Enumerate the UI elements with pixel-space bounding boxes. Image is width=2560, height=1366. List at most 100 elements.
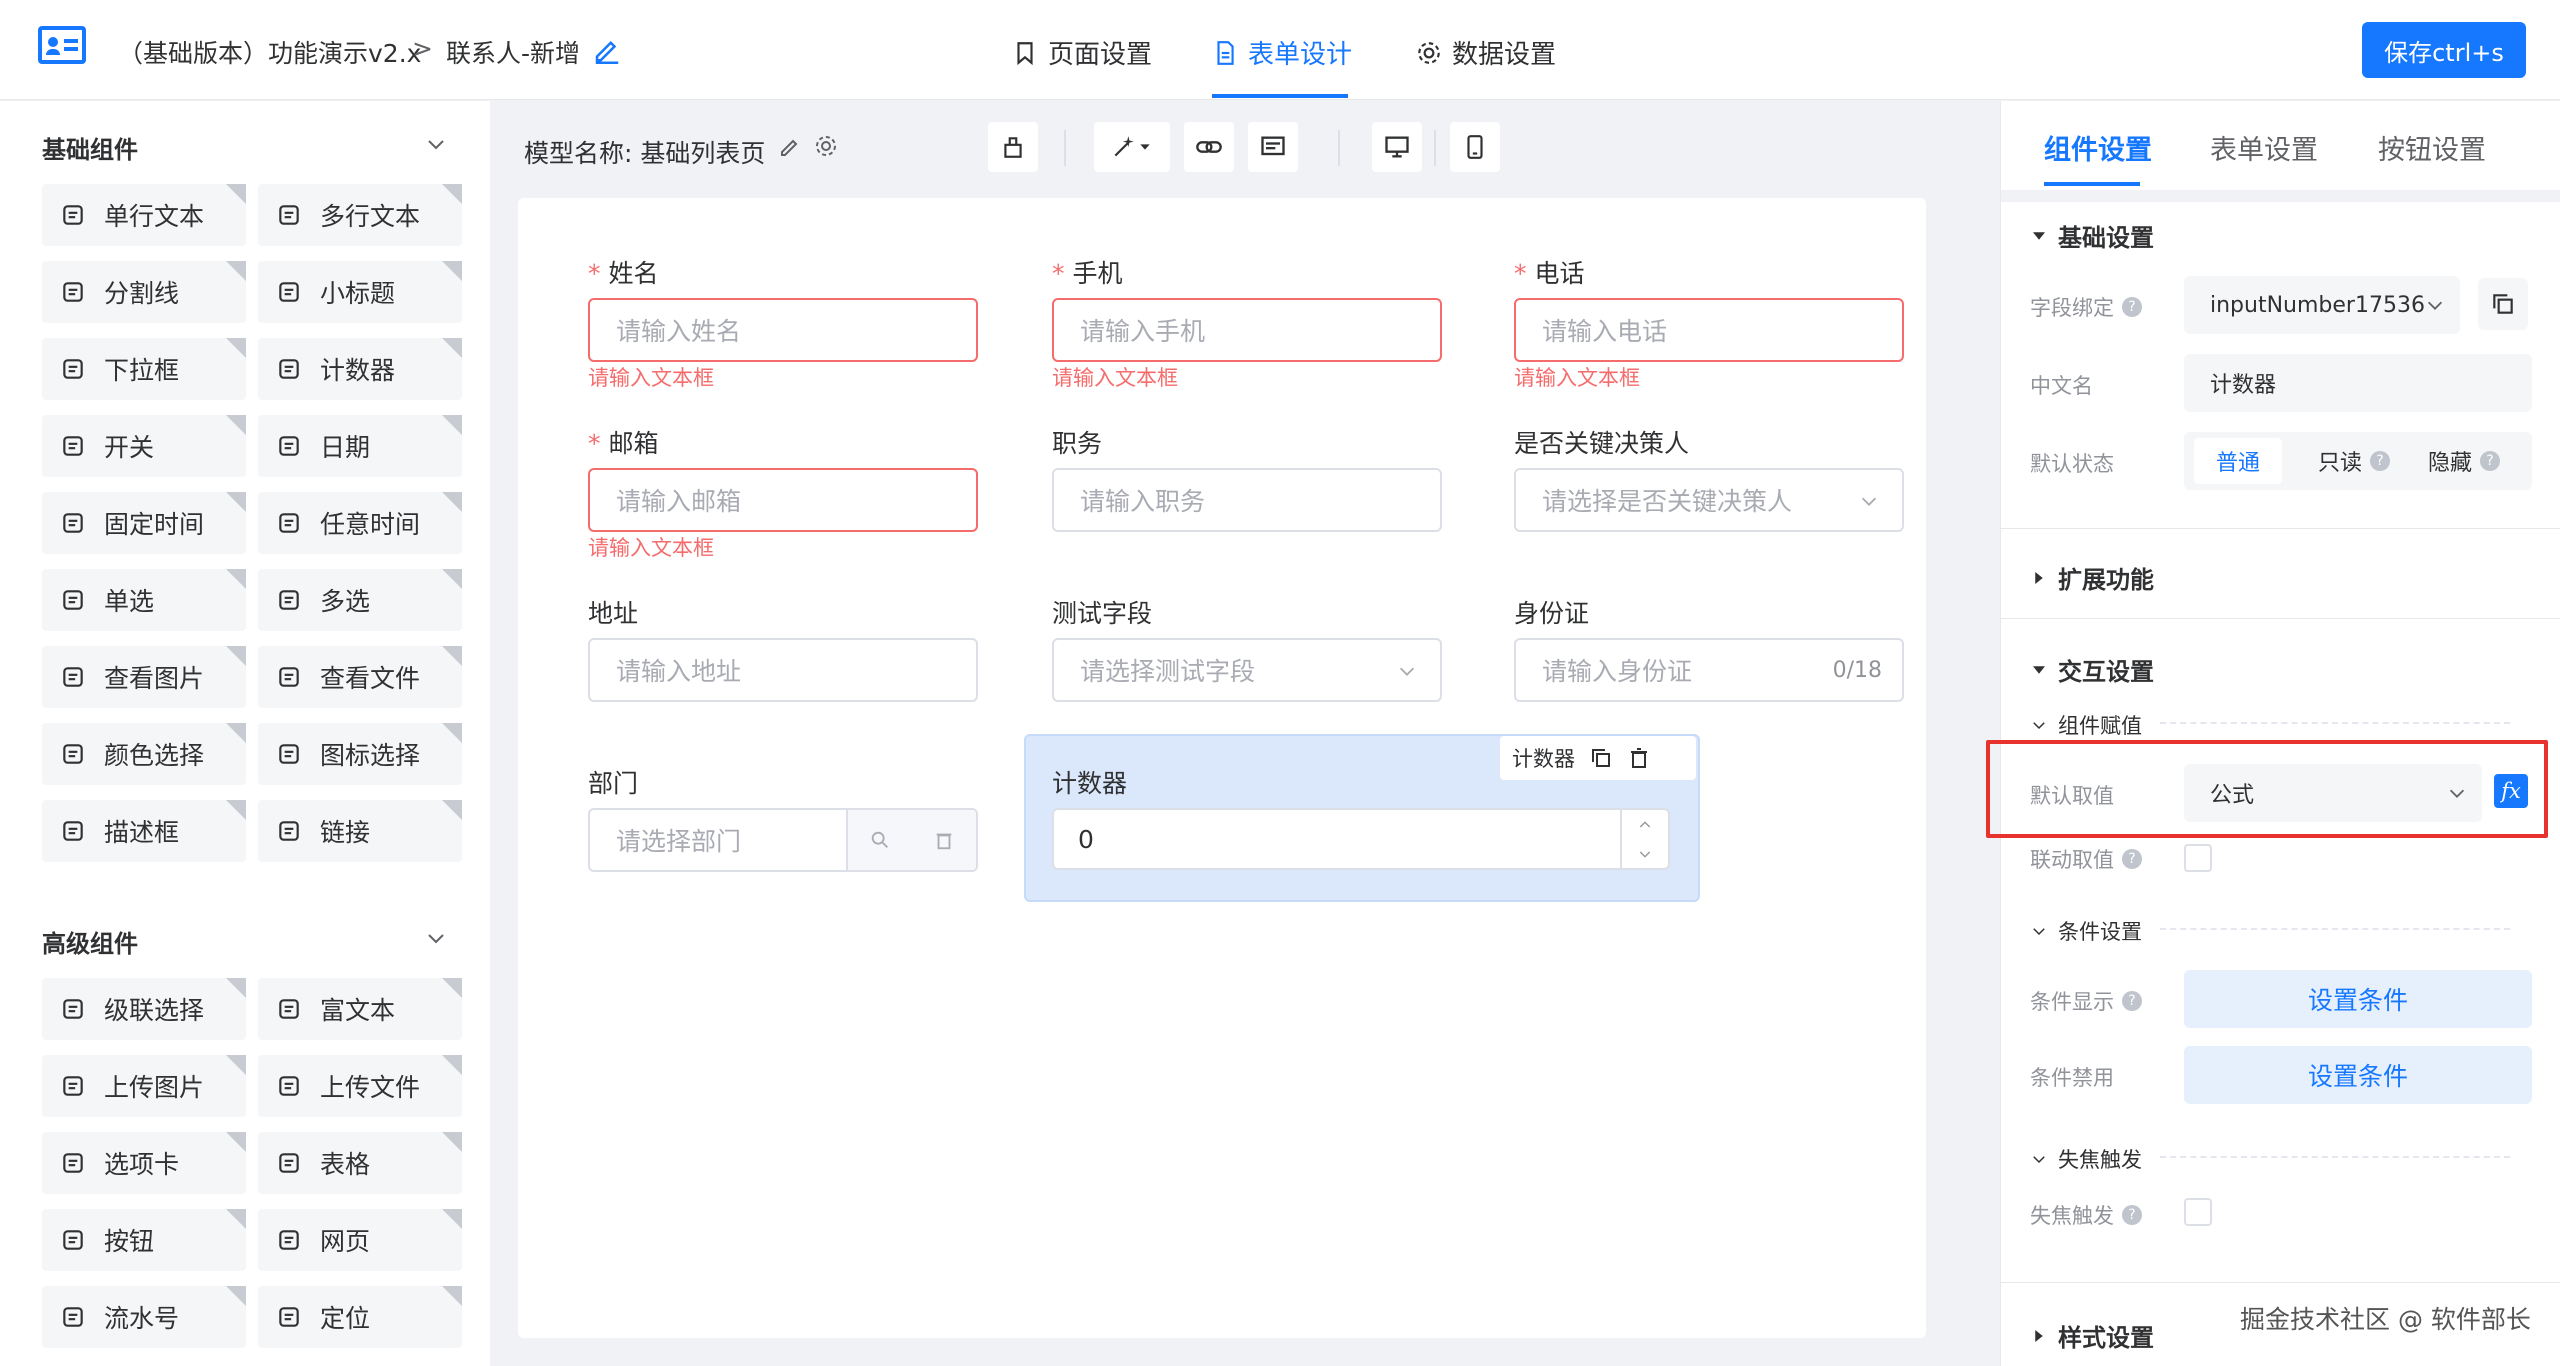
mobile-icon: [1467, 135, 1483, 159]
extension-header[interactable]: 扩展功能: [2030, 560, 2154, 595]
component-item[interactable]: 计数器: [258, 338, 462, 400]
chevron-up-icon[interactable]: [1637, 817, 1653, 833]
cn-name-input[interactable]: 计数器: [2184, 354, 2532, 412]
tab-data-settings[interactable]: 数据设置: [1416, 34, 1556, 71]
component-item[interactable]: 颜色选择: [42, 723, 246, 785]
name-input[interactable]: 请输入姓名: [588, 298, 978, 362]
email-input[interactable]: 请输入邮箱: [588, 468, 978, 532]
trash-icon[interactable]: [933, 829, 955, 851]
component-item[interactable]: 查看文件: [258, 646, 462, 708]
id-card-input[interactable]: 请输入身份证 0/18: [1514, 638, 1904, 702]
component-item[interactable]: 日期: [258, 415, 462, 477]
component-item[interactable]: 定位: [258, 1286, 462, 1348]
component-item[interactable]: 分割线: [42, 261, 246, 323]
component-item[interactable]: 图标选择: [258, 723, 462, 785]
pencil-icon[interactable]: [592, 34, 622, 64]
component-label: 查看文件: [320, 664, 421, 693]
assign-subheader[interactable]: 组件赋值: [2030, 710, 2142, 740]
component-item[interactable]: 流水号: [42, 1286, 246, 1348]
condition-subheader[interactable]: 条件设置: [2030, 916, 2142, 946]
chevron-down-icon[interactable]: [424, 926, 448, 950]
component-item[interactable]: 描述框: [42, 800, 246, 862]
breadcrumb-app[interactable]: （基础版本）功能演示v2.x: [118, 34, 421, 70]
component-item[interactable]: 表格: [258, 1132, 462, 1194]
save-button[interactable]: 保存ctrl+s: [2362, 22, 2526, 78]
section-divider: [2001, 528, 2560, 529]
copy-field-button[interactable]: [2478, 278, 2528, 330]
pencil-icon[interactable]: [778, 134, 802, 158]
app-logo-icon[interactable]: [38, 26, 86, 64]
style-settings-header[interactable]: 样式设置: [2030, 1318, 2154, 1353]
chevron-down-icon[interactable]: [424, 132, 448, 156]
set-show-condition-button[interactable]: 设置条件: [2184, 970, 2532, 1028]
caret-right-icon: [2035, 1329, 2043, 1342]
email-error: 请输入文本框: [588, 536, 714, 560]
counter-input[interactable]: 0: [1052, 808, 1670, 870]
mobile-view-button[interactable]: [1450, 122, 1500, 172]
state-normal-option[interactable]: 普通: [2194, 438, 2283, 484]
toolbar-divider: [1434, 130, 1436, 166]
desktop-view-button[interactable]: [1372, 122, 1422, 172]
breadcrumb-separator: >: [412, 34, 433, 63]
component-item[interactable]: 小标题: [258, 261, 462, 323]
subheader-title: 条件设置: [2058, 920, 2142, 944]
preview-code-button[interactable]: [1248, 122, 1298, 172]
blur-subheader[interactable]: 失焦触发: [2030, 1144, 2142, 1174]
test-field-select[interactable]: 请选择测试字段: [1052, 638, 1442, 702]
copy-icon[interactable]: [1589, 746, 1613, 770]
component-item[interactable]: 富文本: [258, 978, 462, 1040]
component-item[interactable]: 任意时间: [258, 492, 462, 554]
basic-settings-header[interactable]: 基础设置: [2030, 218, 2154, 253]
chevron-down-icon[interactable]: [1637, 846, 1653, 862]
component-item[interactable]: 开关: [42, 415, 246, 477]
caret-right-icon: [2035, 571, 2043, 584]
trash-icon[interactable]: [1627, 746, 1651, 770]
description-icon: [63, 821, 83, 841]
field-binding-label: 字段绑定?: [2030, 292, 2142, 322]
component-item[interactable]: 多行文本: [258, 184, 462, 246]
blur-trigger-checkbox[interactable]: [2184, 1198, 2212, 1226]
position-input[interactable]: 请输入职务: [1052, 468, 1442, 532]
component-item[interactable]: 按钮: [42, 1209, 246, 1271]
component-label: 富文本: [320, 996, 396, 1025]
cn-name-label: 中文名: [2030, 374, 2093, 398]
field-binding-select[interactable]: inputNumber17536: [2184, 276, 2460, 334]
phone-input[interactable]: 请输入电话: [1514, 298, 1904, 362]
key-decision-select[interactable]: 请选择是否关键决策人: [1514, 468, 1904, 532]
component-item[interactable]: 单选: [42, 569, 246, 631]
calendar-icon: [279, 436, 299, 456]
mobile-input[interactable]: 请输入手机: [1052, 298, 1442, 362]
tab-button-settings[interactable]: 按钮设置: [2378, 128, 2486, 167]
tab-page-settings[interactable]: 页面设置: [1012, 34, 1152, 71]
set-disable-condition-button[interactable]: 设置条件: [2184, 1046, 2532, 1104]
search-icon[interactable]: [869, 829, 891, 851]
address-input[interactable]: 请输入地址: [588, 638, 978, 702]
component-item[interactable]: 单行文本: [42, 184, 246, 246]
tab-component-settings[interactable]: 组件设置: [2044, 128, 2152, 167]
component-item[interactable]: 下拉框: [42, 338, 246, 400]
component-item[interactable]: 链接: [258, 800, 462, 862]
clear-button[interactable]: [988, 122, 1038, 172]
component-item[interactable]: 网页: [258, 1209, 462, 1271]
magic-dropdown-button[interactable]: [1094, 122, 1170, 172]
state-hidden-option[interactable]: 隐藏?: [2428, 438, 2501, 484]
tab-form-design[interactable]: 表单设计: [1212, 34, 1352, 71]
component-item[interactable]: 级联选择: [42, 978, 246, 1040]
mobile-error: 请输入文本框: [1052, 366, 1178, 390]
linked-value-checkbox[interactable]: [2184, 844, 2212, 872]
component-item[interactable]: 选项卡: [42, 1132, 246, 1194]
interaction-header[interactable]: 交互设置: [2030, 652, 2154, 687]
component-item[interactable]: 多选: [258, 569, 462, 631]
component-item[interactable]: 上传图片: [42, 1055, 246, 1117]
component-item[interactable]: 固定时间: [42, 492, 246, 554]
link-button[interactable]: [1184, 122, 1234, 172]
component-label: 按钮: [104, 1227, 155, 1256]
component-label: 下拉框: [104, 356, 180, 385]
state-readonly-option[interactable]: 只读?: [2318, 438, 2391, 484]
component-item[interactable]: 查看图片: [42, 646, 246, 708]
department-actions: [846, 810, 976, 870]
component-item[interactable]: 上传文件: [258, 1055, 462, 1117]
tab-form-settings[interactable]: 表单设置: [2210, 128, 2318, 167]
gear-icon[interactable]: [814, 134, 838, 158]
department-input[interactable]: 请选择部门: [588, 808, 978, 872]
